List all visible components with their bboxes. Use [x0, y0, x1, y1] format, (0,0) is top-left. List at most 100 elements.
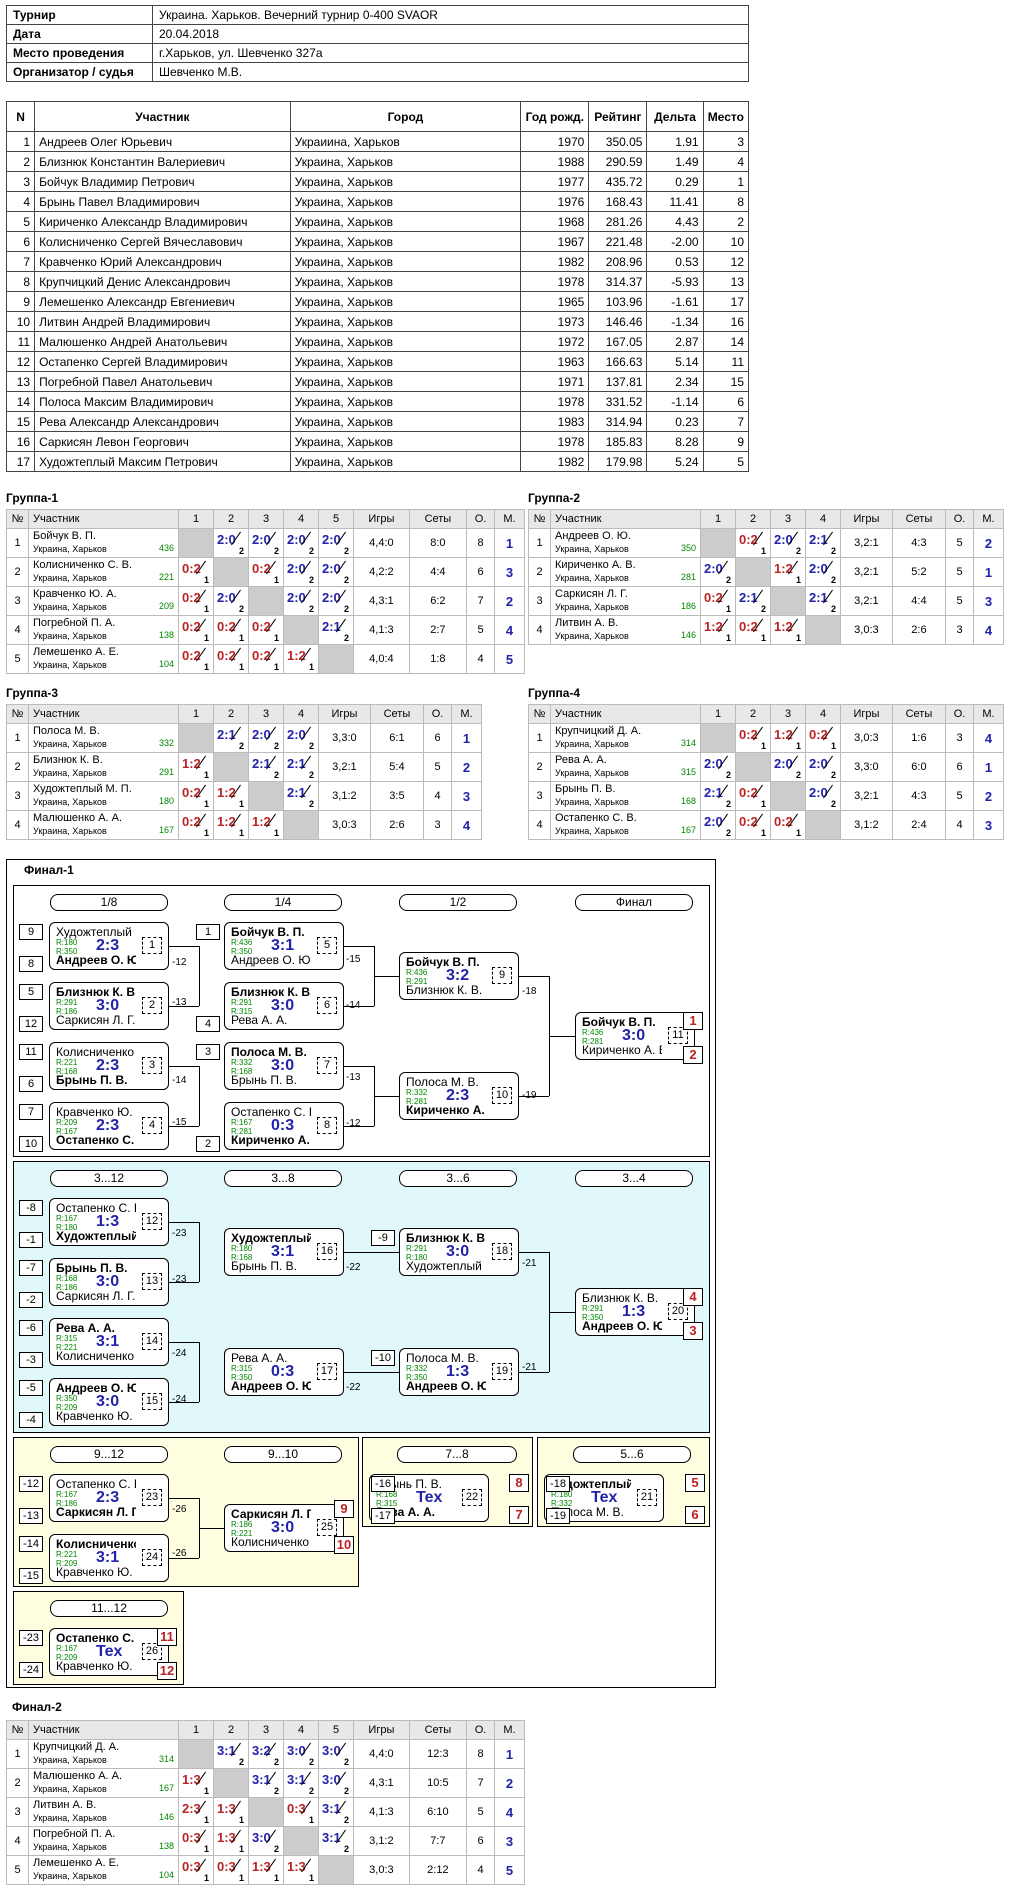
seed-box: -13: [19, 1508, 43, 1524]
player-name: Бойчук В. П.: [33, 530, 96, 542]
round-label: 9...12: [50, 1446, 168, 1463]
group-diag-cell: [178, 723, 214, 753]
group-col-header: 4: [805, 704, 841, 724]
group-games: 3,1:2: [318, 781, 371, 811]
player-name: Литвин А. В.: [33, 1799, 97, 1811]
participant-row: 16 Саркисян Левон Георгович Украина, Харьк…: [5, 431, 750, 452]
info-value: Шевченко М.В.: [152, 62, 749, 82]
match-box[interactable]: Бойчук В. П. R:436 R:281 3:0 11 Кириченко…: [575, 1012, 695, 1060]
match-box[interactable]: Полоса М. В. R:332 R:281 2:3 10 Кириченко…: [399, 1072, 519, 1120]
group-games: 4,1:3: [353, 1797, 410, 1827]
group-place: 2: [451, 752, 482, 782]
group-player: Погребной П. А. Украина, Харьков 138: [28, 615, 179, 645]
participant-cell: 6: [702, 391, 750, 412]
group-row-no: 2: [528, 752, 551, 782]
match-box[interactable]: Колисниченко ... R:221R:168 2:3 3 Брынь …: [49, 1042, 169, 1090]
seed-box: -16: [371, 1476, 395, 1492]
match-box[interactable]: Саркисян Л. Г. R:186 R:221 3:0 25 Колисни…: [224, 1504, 344, 1552]
participant-cell: 0.23: [646, 411, 704, 432]
bracket-line: [199, 946, 200, 1006]
match-box[interactable]: Кравченко Ю. А. R:209R:167 2:3 4 Остапен…: [49, 1102, 169, 1150]
group-diag-cell: [735, 557, 771, 587]
participant-cell: 2.34: [646, 371, 704, 392]
participant-cell: 1971: [520, 371, 590, 392]
match-box[interactable]: Андреев О. Ю. R:350 R:209 3:0 15 Кравченк…: [49, 1378, 169, 1426]
match-box[interactable]: Бойчук В. П. R:436 R:291 3:2 9 Близнюк К.…: [399, 952, 519, 1000]
group-score-cell: 0:2 1: [805, 723, 841, 753]
group-row-no: 3: [6, 1797, 29, 1827]
group-row: 2 Близнюк К. В. Украина, Харьков 291 1:2 1 2:1…: [6, 752, 482, 782]
group-score-cell: 1:2 1: [770, 723, 806, 753]
group-score-cell: 2:1 2: [213, 723, 249, 753]
player-rating: 350: [680, 543, 696, 553]
match-box[interactable]: Рева А. А. R:315 R:221 3:1 14 Колисниченк…: [49, 1318, 169, 1366]
group-score-cell: 1:2 1: [248, 810, 284, 840]
final-place: 10: [334, 1536, 354, 1554]
match-box[interactable]: Остапенко С. В. R:167R:281 0:3 8 Киричен…: [224, 1102, 344, 1150]
bracket-line: [344, 1372, 399, 1373]
participant-cell: 1982: [520, 451, 590, 472]
bracket-line: [344, 1252, 399, 1253]
match-box[interactable]: Полоса М. В. R:332 R:168 3:0 7 Брынь П. В…: [224, 1042, 344, 1090]
seed-box: -12: [19, 1476, 43, 1492]
group-col-header: 4: [805, 509, 841, 529]
match-player2: Кравченко Ю. А.: [56, 1409, 136, 1423]
final-place: 2: [683, 1046, 703, 1064]
group-score-cell: 1:2 1: [283, 644, 319, 674]
participant-cell: 350.05: [588, 131, 648, 152]
loser-label: -12: [346, 1118, 361, 1129]
group-row-no: 2: [6, 752, 29, 782]
match-box[interactable]: Полоса М. В. R:332 R:350 1:3 19 Андреев О…: [399, 1348, 519, 1396]
group-place: 3: [494, 557, 525, 587]
match-box[interactable]: Остапенко С. В. R:167R:209 Tex 26 Кравче…: [49, 1628, 169, 1676]
group-games: 3,1:2: [353, 1826, 410, 1856]
seed-box: -4: [19, 1412, 43, 1428]
group-sets: 2:7: [408, 615, 468, 645]
seed-box: -7: [19, 1260, 43, 1276]
group-row: 2 Колисниченко С. В. Украина, Харьков 221 0:…: [6, 557, 525, 587]
round-label: 9...10: [224, 1446, 342, 1463]
participant-cell: Крупчицкий Денис Александрович: [34, 271, 291, 292]
group-row-no: 2: [6, 557, 29, 587]
participant-cell: 11: [702, 351, 750, 372]
bracket-line: [344, 946, 374, 947]
match-box[interactable]: Близнюк К. В. R:291 R:350 1:3 20 Андреев …: [575, 1288, 695, 1336]
match-box[interactable]: Художтеплый М... R:180R:350 2:3 1 Андрее…: [49, 922, 169, 970]
match-box[interactable]: Колисниченко ... R:221R:209 3:1 24 Кравч…: [49, 1534, 169, 1582]
match-box[interactable]: Остапенко С. В. R:167R:186 2:3 23 Саркис…: [49, 1474, 169, 1522]
group-place: 2: [973, 781, 1004, 811]
final-place: 11: [157, 1628, 177, 1646]
match-box[interactable]: Брынь П. В. R:168 R:186 3:0 13 Саркисян Л…: [49, 1258, 169, 1306]
group-header: № Участник 1 2 3 4 Игры Сеты О. М.: [528, 704, 1004, 724]
match-box[interactable]: Близнюк К. В. R:291 R:186 3:0 2 Саркисян …: [49, 982, 169, 1030]
participant-cell: Художтеплый Максим Петрович: [34, 451, 291, 472]
match-box[interactable]: Бойчук В. П. R:436 R:350 3:1 5 Андреев О.…: [224, 922, 344, 970]
match-box[interactable]: Остапенко С. В. R:167R:180 1:3 12 Художт…: [49, 1198, 169, 1246]
participant-cell: 13: [5, 371, 36, 392]
player-rating: 314: [680, 738, 696, 748]
group-place: 4: [494, 615, 525, 645]
loser-label: -15: [346, 954, 361, 965]
match-box[interactable]: Близнюк К. В. R:291 R:180 3:0 18 Художтеп…: [399, 1228, 519, 1276]
bracket-line: [519, 1372, 549, 1373]
info-row: Организатор / судья Шевченко М.В.: [6, 62, 749, 82]
participant-cell: 314.37: [588, 271, 648, 292]
group-score-cell: 0:2 1: [700, 586, 736, 616]
group-place: 4: [494, 1797, 525, 1827]
group-header: № Участник 1 2 3 4 5 Игры Сеты О. М.: [6, 509, 525, 529]
group-score-cell: 0:2 1: [178, 644, 214, 674]
final-place: 1: [683, 1012, 703, 1030]
match-box[interactable]: Рева А. А. R:315 R:350 0:3 17 Андреев О. …: [224, 1348, 344, 1396]
group-place: 2: [494, 586, 525, 616]
participant-cell: 166.63: [588, 351, 648, 372]
match-box[interactable]: Близнюк К. В. R:291 R:315 3:0 6 Рева А. А…: [224, 982, 344, 1030]
group-sets: 8:0: [408, 528, 468, 558]
group-col-header: М.: [451, 704, 482, 724]
group-col-header: 3: [248, 1720, 284, 1740]
group-col-header: Сеты: [891, 704, 947, 724]
group-score-cell: 2:0 2: [248, 528, 284, 558]
participant-cell: Украина, Харьков: [289, 231, 522, 252]
bracket-line: [549, 1036, 575, 1037]
match-box[interactable]: Художтеплый М... R:180R:168 3:1 16 Брынь…: [224, 1228, 344, 1276]
bracket-line: [344, 1006, 374, 1007]
